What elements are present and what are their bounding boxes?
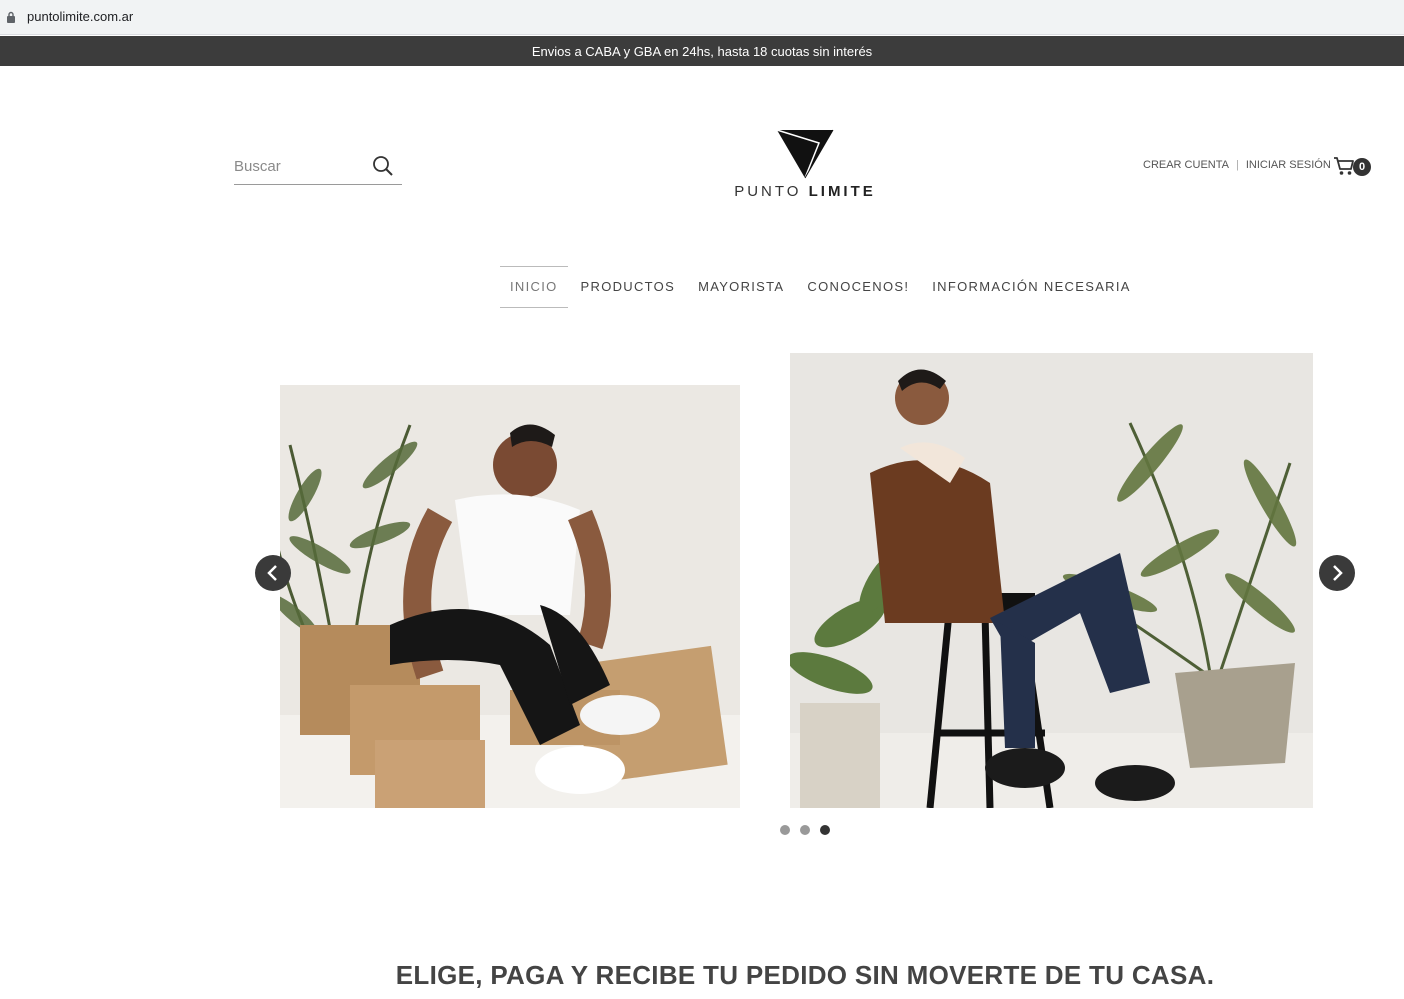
search-box: [234, 148, 402, 185]
nav-item-mayorista[interactable]: MAYORISTA: [688, 267, 794, 307]
nav-item-informacion[interactable]: INFORMACIÓN NECESARIA: [922, 267, 1140, 307]
headline-text: ELIGE, PAGA Y RECIBE TU PEDIDO SIN MOVER…: [395, 960, 1215, 990]
slider-pagination: [780, 825, 840, 835]
nav-item-productos[interactable]: PRODUCTOS: [571, 267, 686, 307]
account-separator: |: [1235, 159, 1239, 171]
browser-address-bar: puntolimite.com.ar: [0, 0, 1404, 35]
login-link[interactable]: INICIAR SESIÓN: [1246, 159, 1331, 171]
search-icon[interactable]: [372, 155, 394, 182]
search-input[interactable]: [234, 154, 364, 178]
account-links: CREAR CUENTA | INICIAR SESIÓN: [1143, 159, 1331, 171]
chevron-left-icon: [267, 565, 277, 581]
logo-triangle-icon: [775, 128, 835, 185]
slider-dot-1[interactable]: [780, 825, 790, 835]
cart-count-badge: 0: [1353, 158, 1371, 176]
logo-wordmark: PUNTO LIMITE: [730, 183, 880, 200]
slider-dot-3[interactable]: [820, 825, 830, 835]
create-account-link[interactable]: CREAR CUENTA: [1143, 159, 1229, 171]
main-nav: INICIO PRODUCTOS MAYORISTA CONOCENOS! IN…: [500, 266, 1144, 308]
slide-image-2[interactable]: [790, 353, 1313, 808]
promo-banner: Envios a CABA y GBA en 24hs, hasta 18 cu…: [0, 36, 1404, 66]
promo-text: Envios a CABA y GBA en 24hs, hasta 18 cu…: [531, 43, 873, 59]
slide-image-1[interactable]: [280, 385, 740, 808]
cart-button[interactable]: 0: [1333, 155, 1373, 179]
section-headline: ELIGE, PAGA Y RECIBE TU PEDIDO SIN MOVER…: [0, 960, 1404, 991]
nav-item-inicio[interactable]: INICIO: [500, 266, 568, 308]
url-text[interactable]: puntolimite.com.ar: [27, 9, 133, 24]
logo-word-bold: LIMITE: [808, 183, 876, 200]
logo-word-light: PUNTO: [734, 183, 802, 200]
nav-item-conocenos[interactable]: CONOCENOS!: [797, 267, 919, 307]
slider-next-button[interactable]: [1319, 555, 1355, 591]
brand-logo[interactable]: PUNTO LIMITE: [730, 128, 880, 204]
slider-prev-button[interactable]: [255, 555, 291, 591]
lock-icon: [6, 10, 16, 28]
slider-dot-2[interactable]: [800, 825, 810, 835]
cart-icon: [1333, 157, 1355, 181]
chevron-right-icon: [1333, 565, 1343, 581]
